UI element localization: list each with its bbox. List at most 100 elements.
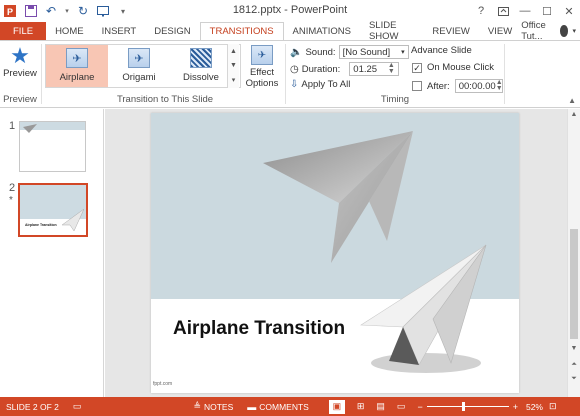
sound-row: 🔈 Sound: [No Sound] ▾ [290, 45, 409, 59]
chevron-down-icon[interactable]: ▾ [572, 27, 576, 35]
after-row: After: 00:00.00 ▲ ▼ [412, 79, 503, 93]
close-icon[interactable]: ✕ [558, 0, 580, 22]
scrollbar-thumb[interactable] [570, 229, 578, 339]
minimize-icon[interactable]: — [514, 0, 536, 22]
after-spinner[interactable]: ▲ ▼ [496, 79, 503, 92]
effect-options-button[interactable]: ✈ Effect Options [242, 44, 282, 96]
paper-plane-thumb-icon [62, 209, 84, 231]
collapse-ribbon-icon[interactable]: ▲ [568, 96, 576, 105]
sound-icon: 🔈 [290, 46, 303, 58]
transition-origami[interactable]: ✈ Origami [108, 45, 170, 87]
slide-thumbnails-pane: 1 2 * Airplane Transition [0, 109, 104, 397]
after-label: After: [427, 80, 450, 92]
ribbon: ★ Preview Preview ✈ Airplane ✈ Origami D… [0, 40, 580, 108]
preview-star-icon: ★ [10, 43, 30, 68]
duration-value: 01.25 [353, 63, 378, 75]
help-button[interactable]: ? [470, 0, 492, 22]
comments-label: COMMENTS [259, 401, 309, 412]
tab-view[interactable]: VIEW [479, 22, 521, 40]
slide-thumbnail-2[interactable]: Airplane Transition [18, 183, 88, 237]
transition-gallery: ✈ Airplane ✈ Origami Dissolve [45, 44, 241, 88]
zoom-level[interactable]: 52% [526, 402, 543, 412]
zoom-slider-handle[interactable] [461, 402, 465, 411]
preview-button[interactable]: ★ Preview [3, 44, 37, 88]
thumbnail-number: 1 [9, 120, 16, 132]
tab-file[interactable]: FILE [0, 22, 47, 40]
transition-dissolve[interactable]: Dissolve [170, 45, 232, 87]
gallery-scroll-up-icon[interactable]: ▲ [230, 48, 237, 55]
account-area[interactable]: Office Tut... ▾ [521, 20, 580, 42]
airplane-icon: ✈ [66, 48, 88, 68]
after-input[interactable]: 00:00.00 ▲ ▼ [454, 79, 503, 93]
tab-animations[interactable]: ANIMATIONS [284, 22, 360, 40]
apply-all-icon: ⇩ [290, 79, 299, 90]
duration-input[interactable]: 01.25 ▲ ▼ [349, 62, 400, 76]
ribbon-display-options-icon[interactable] [492, 0, 514, 22]
vertical-scrollbar[interactable]: ▲ ▼ ⏶ ⏷ [567, 109, 580, 397]
apply-all-label: Apply To All [301, 79, 351, 90]
normal-view-icon[interactable]: ▣ [328, 399, 345, 414]
tab-insert[interactable]: INSERT [93, 22, 146, 40]
slide-title[interactable]: Airplane Transition [173, 318, 345, 340]
paper-plane-thumb-icon [23, 124, 37, 133]
scroll-up-icon[interactable]: ▲ [568, 111, 580, 118]
group-divider [41, 44, 42, 104]
apply-all-button[interactable]: ⇩ Apply To All [290, 79, 350, 90]
zoom-out-icon[interactable]: − [417, 402, 422, 412]
comments-button[interactable]: ▬ COMMENTS [247, 402, 309, 412]
on-mouse-click-row[interactable]: ✓ On Mouse Click [412, 62, 494, 73]
slide-footer: fppt.com [153, 381, 173, 387]
gallery-more-icon[interactable]: ▾ [232, 76, 236, 84]
thumbnail-title: Airplane Transition [25, 223, 57, 227]
zoom-level-text[interactable]: 52% [526, 402, 543, 412]
slide-counter-text: SLIDE 2 OF 2 [6, 401, 59, 412]
notes-label: NOTES [203, 401, 234, 412]
transition-airplane-label: Airplane [59, 72, 95, 83]
slide-thumbnail-1[interactable] [19, 121, 86, 172]
comment-icon: ▬ [247, 401, 257, 412]
slide-sorter-icon[interactable]: ⊞ [357, 401, 365, 412]
sound-label: Sound: [305, 46, 336, 58]
dissolve-icon [190, 48, 212, 68]
sound-dropdown[interactable]: [No Sound] ▾ [338, 45, 409, 59]
origami-icon: ✈ [128, 48, 150, 68]
advance-slide-heading: Advance Slide [411, 45, 472, 56]
fit-slide-icon[interactable]: ⊡ [549, 401, 557, 412]
gallery-scroll-down-icon[interactable]: ▼ [230, 62, 237, 69]
zoom-in-icon[interactable]: + [513, 402, 518, 412]
after-value: 00:00.00 [458, 80, 496, 92]
current-slide[interactable]: Airplane Transition fppt.com [151, 113, 519, 393]
transition-group-label: Transition to This Slide [116, 94, 214, 105]
on-mouse-click-label: On Mouse Click [427, 62, 495, 73]
duration-spinner[interactable]: ▲ ▼ [387, 62, 395, 75]
zoom-slider[interactable] [426, 402, 509, 411]
tab-transitions[interactable]: TRANSITIONS [199, 22, 284, 40]
spelling-icon[interactable]: ▭ [73, 401, 82, 412]
effect-options-icon: ✈ [251, 45, 273, 65]
transition-indicator-icon: * [9, 195, 13, 206]
next-slide-icon[interactable]: ⏷ [568, 375, 580, 383]
tab-home[interactable]: HOME [46, 22, 93, 40]
account-name[interactable]: Office Tut... [521, 20, 556, 42]
slide-editor: Airplane Transition fppt.com [105, 109, 567, 397]
maximize-icon[interactable]: ☐ [536, 0, 558, 22]
gallery-scroll[interactable]: ▲ ▼ ▾ [227, 44, 239, 88]
on-mouse-click-checkbox[interactable]: ✓ [412, 62, 422, 73]
ribbon-tabs: FILE HOME INSERT DESIGN TRANSITIONS ANIM… [0, 20, 580, 42]
tab-slide-show[interactable]: SLIDE SHOW [360, 20, 423, 42]
transition-airplane[interactable]: ✈ Airplane [46, 45, 108, 87]
tab-design[interactable]: DESIGN [145, 22, 199, 40]
tab-review[interactable]: REVIEW [423, 22, 478, 40]
avatar[interactable] [559, 25, 569, 37]
notes-button[interactable]: ≜ NOTES [193, 401, 233, 412]
reading-view-icon[interactable]: ▤ [376, 401, 385, 412]
thumbnail-number: 2 [9, 182, 16, 194]
after-checkbox[interactable] [412, 81, 422, 91]
preview-label: Preview [3, 68, 37, 79]
slide-show-icon[interactable]: ▭ [397, 401, 406, 412]
scroll-down-icon[interactable]: ▼ [568, 345, 580, 352]
preview-group-label: Preview [3, 94, 37, 105]
previous-slide-icon[interactable]: ⏶ [568, 361, 580, 369]
timing-group-label: Timing [380, 94, 410, 105]
transition-origami-label: Origami [122, 72, 156, 83]
